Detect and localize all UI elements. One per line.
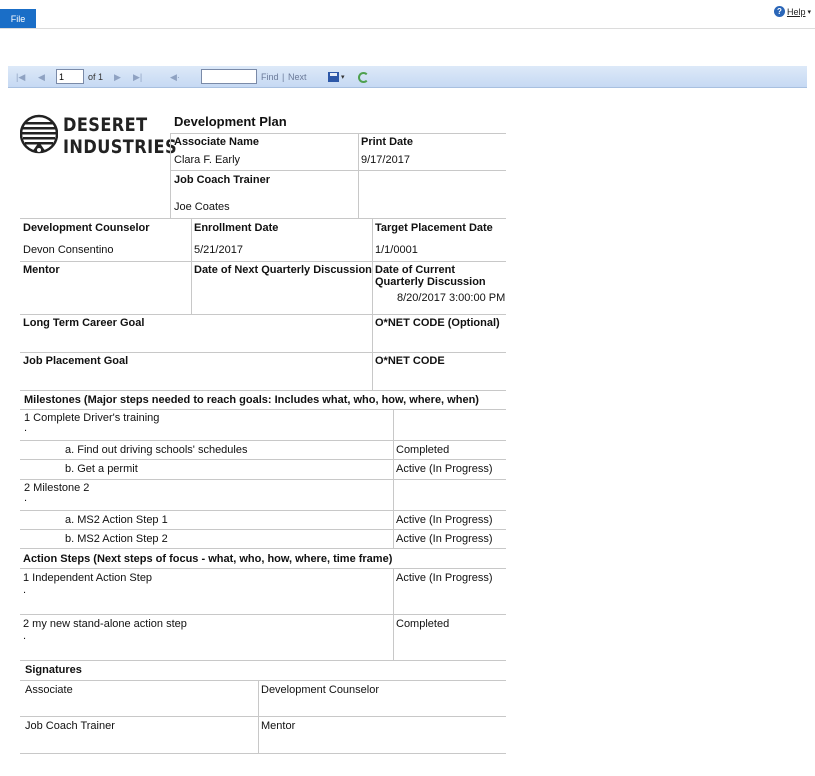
- enrollment-date-value: 5/21/2017: [194, 244, 243, 256]
- export-button[interactable]: ▾: [328, 66, 345, 88]
- refresh-button[interactable]: [358, 66, 369, 88]
- chevron-down-icon: ▾: [807, 8, 811, 16]
- current-quarterly-discussion-label-2: Quarterly Discussion: [375, 276, 486, 288]
- current-quarterly-discussion-label-1: Date of Current: [375, 264, 456, 276]
- report-page: DESERET INDUSTRIES Development Plan Asso…: [0, 0, 815, 776]
- action-steps-header: Action Steps (Next steps of focus - what…: [23, 553, 393, 565]
- target-placement-date-label: Target Placement Date: [375, 222, 493, 234]
- find-separator: |: [282, 72, 285, 82]
- page-count-label: of 1: [88, 72, 104, 82]
- action-step-title: 2 my new stand-alone action step: [23, 618, 187, 630]
- mentor-signature-label: Mentor: [261, 720, 296, 732]
- associate-signature-label: Associate: [25, 684, 73, 696]
- action-step-status: Active (In Progress): [396, 572, 493, 584]
- next-link[interactable]: Next: [288, 66, 307, 88]
- job-coach-trainer-signature-label: Job Coach Trainer: [25, 720, 115, 732]
- action-step-title: 1 Independent Action Step: [23, 572, 153, 584]
- print-date-label: Print Date: [361, 136, 413, 148]
- report-title: Development Plan: [174, 114, 287, 129]
- help-menu[interactable]: ? Help ▾: [773, 6, 811, 17]
- chevron-down-icon: ▾: [341, 74, 345, 81]
- mentor-label: Mentor: [23, 264, 60, 276]
- file-menu-button[interactable]: File: [0, 9, 36, 29]
- signatures-header: Signatures: [25, 664, 82, 676]
- first-page-icon[interactable]: |◀: [16, 66, 25, 88]
- milestones-header: Milestones (Major steps needed to reach …: [24, 394, 479, 406]
- refresh-icon: [358, 71, 369, 83]
- development-counselor-signature-label: Development Counselor: [261, 684, 380, 696]
- enrollment-date-label: Enrollment Date: [194, 222, 279, 234]
- logo-line-2: INDUSTRIES: [63, 136, 178, 158]
- target-placement-date-value: 1/1/0001: [375, 244, 418, 256]
- milestone-step-label: a. MS2 Action Step 1: [65, 514, 168, 526]
- find-text-input[interactable]: [201, 69, 257, 84]
- action-step-note: .: [23, 630, 27, 642]
- associate-name-value: Clara F. Early: [174, 154, 241, 166]
- save-icon: [328, 72, 339, 82]
- milestone-note: .: [24, 492, 28, 504]
- current-quarterly-discussion-value: 8/20/2017 3:00:00 PM: [397, 292, 506, 304]
- milestone-title: 1 Complete Driver's training: [24, 412, 160, 424]
- deseret-industries-logo-icon: [20, 114, 58, 154]
- development-counselor-value: Devon Consentino: [23, 244, 114, 256]
- job-placement-goal-label: Job Placement Goal: [23, 355, 129, 367]
- milestone-step-status: Active (In Progress): [396, 533, 493, 545]
- help-icon: ?: [773, 6, 785, 17]
- associate-name-label: Associate Name: [174, 136, 259, 148]
- job-coach-trainer-label: Job Coach Trainer: [174, 174, 270, 186]
- onet-code-optional-label: O*NET CODE (Optional): [375, 317, 500, 329]
- last-page-icon[interactable]: ▶|: [133, 66, 142, 88]
- development-counselor-label: Development Counselor: [23, 222, 150, 234]
- milestone-title: 2 Milestone 2: [24, 482, 90, 494]
- help-label[interactable]: Help: [787, 7, 806, 17]
- next-quarterly-discussion-label: Date of Next Quarterly Discussion: [194, 264, 372, 276]
- onet-code-label: O*NET CODE: [375, 355, 445, 367]
- print-date-value: 9/17/2017: [361, 154, 410, 166]
- find-link[interactable]: Find: [261, 66, 279, 88]
- page-number-input[interactable]: [56, 69, 84, 84]
- top-divider: [0, 28, 815, 29]
- logo-line-1: DESERET: [63, 114, 148, 136]
- job-coach-trainer-value: Joe Coates: [174, 201, 230, 213]
- previous-page-icon[interactable]: ◀: [38, 66, 45, 88]
- next-page-icon[interactable]: ▶: [114, 66, 121, 88]
- milestone-step-label: b. Get a permit: [65, 463, 138, 475]
- milestone-step-status: Completed: [396, 444, 450, 456]
- back-icon[interactable]: ◀·: [170, 66, 180, 88]
- milestone-step-status: Active (In Progress): [396, 514, 493, 526]
- milestone-step-status: Active (In Progress): [396, 463, 493, 475]
- action-step-note: .: [23, 584, 27, 596]
- milestone-note: .: [24, 422, 28, 434]
- milestone-step-label: b. MS2 Action Step 2: [65, 533, 168, 545]
- long-term-career-goal-label: Long Term Career Goal: [23, 317, 145, 329]
- report-toolbar: |◀ ◀ of 1 ▶ ▶| ◀· Find | Next ▾: [8, 66, 807, 88]
- action-step-status: Completed: [396, 618, 450, 630]
- milestone-step-label: a. Find out driving schools' schedules: [65, 444, 248, 456]
